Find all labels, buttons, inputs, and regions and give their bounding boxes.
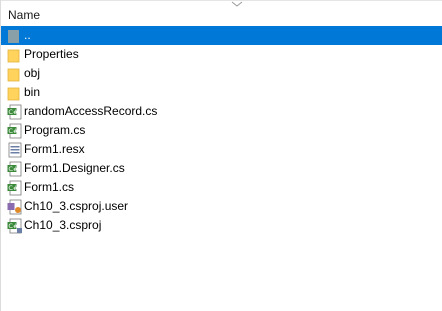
folder-icon <box>7 87 20 101</box>
file-name: Ch10_3.csproj <box>24 218 102 232</box>
list-item-file[interactable]: C# Ch10_3.csproj <box>1 216 442 235</box>
list-item-file[interactable]: Ch10_3.csproj.user <box>1 197 442 216</box>
file-name: bin <box>24 85 41 99</box>
file-name: randomAccessRecord.cs <box>24 104 158 118</box>
list-item-parent[interactable]: .. <box>1 26 442 45</box>
svg-text:C#: C# <box>8 108 18 116</box>
folder-icon <box>7 49 20 63</box>
list-item-folder[interactable]: bin <box>1 83 442 102</box>
csharp-file-icon: C# <box>7 180 22 196</box>
column-header[interactable]: Name <box>1 1 442 27</box>
parent-folder-icon <box>8 30 19 43</box>
svg-text:C#: C# <box>8 127 18 135</box>
list-item-folder[interactable]: Properties <box>1 45 442 64</box>
csharp-file-icon: C# <box>7 161 22 177</box>
svg-text:C#: C# <box>8 184 18 192</box>
file-name: Program.cs <box>24 123 86 137</box>
folder-icon <box>7 68 20 82</box>
csharp-file-icon: C# <box>7 104 22 120</box>
csproj-user-file-icon <box>7 199 22 215</box>
list-item-file[interactable]: C# Program.cs <box>1 121 442 140</box>
file-list: .. Properties obj bin C# randomAccessRec… <box>1 26 442 235</box>
file-name: Properties <box>24 47 79 61</box>
list-item-file[interactable]: C# randomAccessRecord.cs <box>1 102 442 121</box>
name-column-label[interactable]: Name <box>8 8 40 22</box>
resx-file-icon <box>8 142 22 158</box>
csharp-file-icon: C# <box>7 123 22 139</box>
svg-text:C#: C# <box>8 222 18 230</box>
list-item-file[interactable]: C# Form1.cs <box>1 178 442 197</box>
file-name: .. <box>24 28 31 42</box>
file-name: Form1.Designer.cs <box>24 161 125 175</box>
file-name: Ch10_3.csproj.user <box>24 199 129 213</box>
file-name: obj <box>24 66 41 80</box>
file-name: Form1.resx <box>24 142 85 156</box>
list-item-file[interactable]: Form1.resx <box>1 140 442 159</box>
csproj-file-icon: C# <box>7 218 22 234</box>
sort-chevron-icon[interactable] <box>231 1 243 8</box>
list-item-folder[interactable]: obj <box>1 64 442 83</box>
file-name: Form1.cs <box>24 180 75 194</box>
svg-text:C#: C# <box>8 165 18 173</box>
list-item-file[interactable]: C# Form1.Designer.cs <box>1 159 442 178</box>
